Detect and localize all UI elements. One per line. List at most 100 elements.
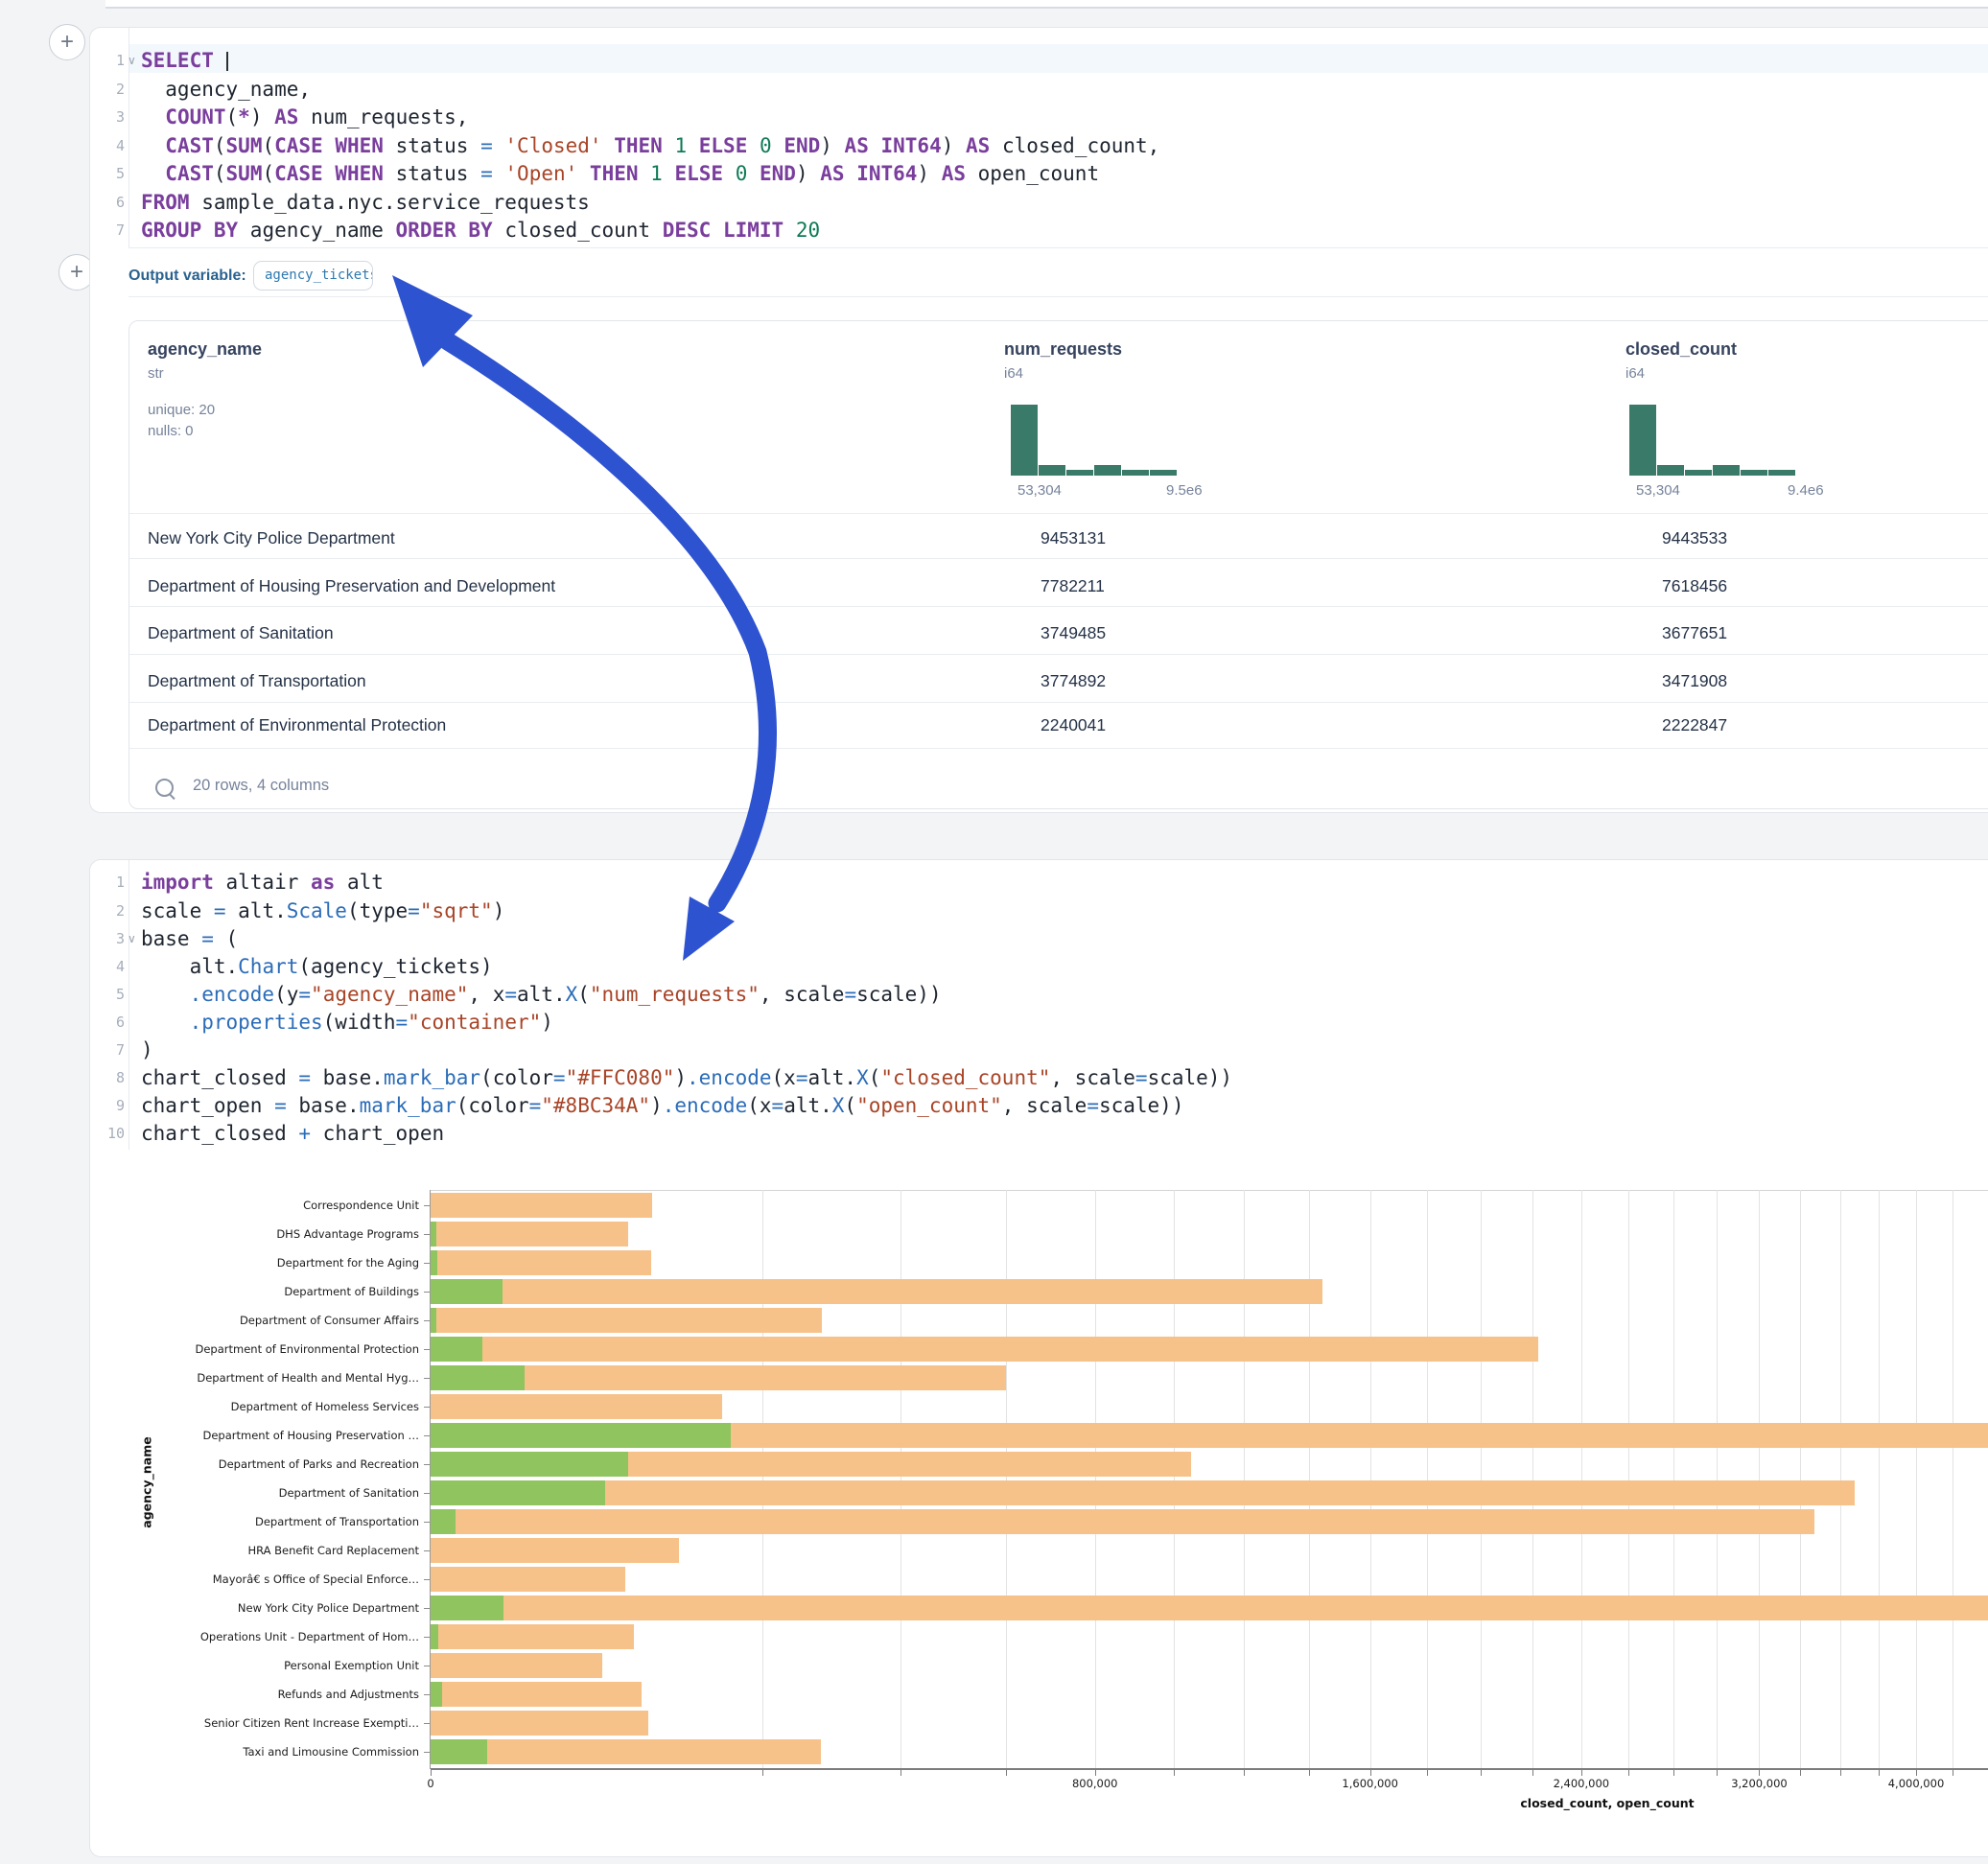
plus-icon: + — [60, 29, 74, 55]
code-line[interactable]: COUNT(*) AS num_requests, — [141, 104, 468, 132]
x-tick-label: 4,000,000 — [1863, 1777, 1969, 1790]
table-cell-value: 9453131 — [1041, 528, 1106, 548]
bar-closed-count — [431, 1337, 1538, 1362]
column-type: i64 — [1004, 365, 1023, 382]
gridline — [1628, 1190, 1629, 1768]
column-type: str — [148, 365, 164, 382]
y-axis-label: Department of Homeless Services — [90, 1400, 419, 1413]
code-line[interactable]: FROM sample_data.nyc.service_requests — [141, 189, 590, 218]
add-cell-button-top[interactable]: + — [49, 24, 85, 60]
y-axis-label: New York City Police Department — [90, 1601, 419, 1615]
column-header: agency_name — [148, 339, 262, 360]
gridline — [1244, 1190, 1245, 1768]
row-divider — [129, 748, 1988, 749]
y-axis-label: DHS Advantage Programs — [90, 1227, 419, 1241]
x-tick — [1244, 1770, 1245, 1776]
histogram-bar — [1713, 465, 1740, 476]
line-number: 1 — [90, 47, 125, 76]
table-cell-value: 2222847 — [1662, 715, 1727, 735]
gridline — [1532, 1190, 1533, 1768]
y-axis-label: Correspondence Unit — [90, 1199, 419, 1212]
code-line[interactable]: .encode(y="agency_name", x=alt.X("num_re… — [141, 981, 942, 1009]
x-tick — [1309, 1770, 1310, 1776]
code-line[interactable]: alt.Chart(agency_tickets) — [141, 953, 493, 981]
histogram-bar — [1629, 405, 1656, 476]
plot-top-border — [431, 1190, 1988, 1191]
code-line[interactable]: CAST(SUM(CASE WHEN status = 'Closed' THE… — [141, 132, 1159, 161]
table-cell-agency: Department of Environmental Protection — [148, 715, 446, 735]
bar-closed-count — [431, 1279, 1322, 1304]
fold-caret-icon[interactable]: ∨ — [128, 47, 136, 76]
python-cell: 123∨45678910 import altair as altscale =… — [89, 859, 1988, 1857]
line-number: 7 — [90, 217, 125, 245]
histogram-bar — [1122, 470, 1149, 476]
histogram-min-label: 53,304 — [1636, 482, 1680, 499]
chart-plot-area — [431, 1190, 1988, 1768]
gridline — [762, 1190, 763, 1768]
table-cell-value: 3677651 — [1662, 623, 1727, 643]
histogram-bar — [1150, 470, 1177, 476]
code-line[interactable]: chart_open = base.mark_bar(color="#8BC34… — [141, 1092, 1183, 1120]
notebook-page: + + 1∨234567 SELECT agency_name, COUNT(*… — [0, 0, 1988, 1864]
output-variable-chip[interactable]: agency_tickets — [253, 261, 373, 291]
y-axis-label: Department of Sanitation — [90, 1486, 419, 1500]
y-axis-label: Personal Exemption Unit — [90, 1659, 419, 1672]
bar-closed-count — [431, 1222, 628, 1247]
gridline — [1370, 1190, 1371, 1768]
bar-open-count — [431, 1337, 482, 1362]
histogram-bar — [1657, 465, 1684, 476]
column-stat: nulls: 0 — [148, 423, 194, 439]
histogram-max-label: 9.5e6 — [1166, 482, 1203, 499]
histogram-bar — [1768, 470, 1795, 476]
y-axis-label: Mayorâ€ s Office of Special Enforce… — [90, 1573, 419, 1586]
code-line[interactable]: SELECT — [141, 47, 228, 76]
y-axis-label: Refunds and Adjustments — [90, 1688, 419, 1701]
table-cell-value: 7782211 — [1041, 576, 1105, 596]
code-line[interactable]: GROUP BY agency_name ORDER BY closed_cou… — [141, 217, 820, 245]
x-tick-label: 0 — [378, 1777, 483, 1790]
plus-icon: + — [70, 259, 83, 285]
bar-closed-count — [431, 1480, 1855, 1505]
line-number: 4 — [90, 953, 125, 981]
code-line[interactable]: chart_closed + chart_open — [141, 1120, 444, 1148]
bar-open-count — [431, 1222, 436, 1247]
y-axis-label: Senior Citizen Rent Increase Exempti… — [90, 1716, 419, 1730]
table-cell-value: 3774892 — [1041, 671, 1106, 691]
fold-caret-icon[interactable]: ∨ — [128, 925, 136, 953]
gridline — [1916, 1190, 1917, 1768]
bar-open-count — [431, 1250, 437, 1275]
x-tick — [1879, 1770, 1880, 1776]
column-histogram — [1629, 405, 1796, 476]
x-tick — [1006, 1770, 1007, 1776]
bar-open-count — [431, 1509, 456, 1534]
code-line[interactable]: scale = alt.Scale(type="sqrt") — [141, 897, 504, 925]
code-line[interactable]: .properties(width="container") — [141, 1009, 553, 1037]
line-number: 10 — [90, 1120, 125, 1148]
bar-open-count — [431, 1423, 731, 1448]
code-line[interactable]: base = ( — [141, 925, 238, 953]
column-header: closed_count — [1625, 339, 1737, 360]
divider — [129, 296, 1988, 297]
table-cell-agency: New York City Police Department — [148, 528, 395, 548]
y-axis-label: Department for the Aging — [90, 1256, 419, 1270]
x-tick — [762, 1770, 763, 1776]
x-tick-label: 1,600,000 — [1318, 1777, 1423, 1790]
bar-closed-count — [431, 1653, 602, 1678]
x-tick — [431, 1770, 432, 1776]
bar-open-count — [431, 1308, 436, 1333]
x-tick — [1759, 1770, 1760, 1776]
table-cell-agency: Department of Transportation — [148, 671, 366, 691]
code-line[interactable]: import altair as alt — [141, 869, 384, 897]
code-line[interactable]: chart_closed = base.mark_bar(color="#FFC… — [141, 1064, 1232, 1092]
bar-open-count — [431, 1596, 503, 1620]
code-line[interactable]: agency_name, — [141, 76, 311, 105]
line-number: 2 — [90, 76, 125, 105]
x-axis-title: closed_count, open_count — [1520, 1796, 1694, 1810]
table-cell-value: 7618456 — [1662, 576, 1727, 596]
search-icon[interactable] — [155, 779, 174, 797]
gridline — [1174, 1190, 1175, 1768]
table-cell-value: 3749485 — [1041, 623, 1106, 643]
code-line[interactable]: CAST(SUM(CASE WHEN status = 'Open' THEN … — [141, 160, 1099, 189]
code-line[interactable]: ) — [141, 1037, 153, 1064]
bar-closed-count — [431, 1711, 648, 1736]
